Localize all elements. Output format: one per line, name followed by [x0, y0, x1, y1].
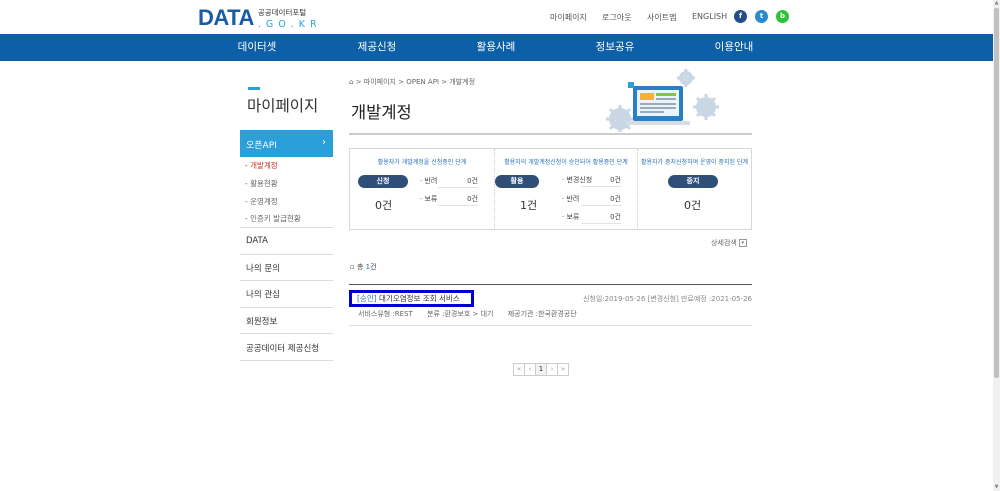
- status-use: 활용자의 개발계정신청이 승인되어 활용중인 단계 활용 1건 · 변경신청 0…: [494, 149, 637, 229]
- sidebar-title: 마이페이지: [247, 97, 319, 115]
- status-sub-value[interactable]: 0건: [438, 176, 478, 188]
- logo-portal-name: 공공데이터포털: [257, 8, 307, 17]
- gnb-info-share[interactable]: 정보공유: [596, 34, 635, 61]
- sidebar-item-member[interactable]: 회원정보: [246, 315, 277, 327]
- last-page-icon[interactable]: »: [557, 363, 569, 376]
- divider: [240, 254, 333, 255]
- util-mypage-link[interactable]: 마이페이지: [550, 12, 587, 23]
- result-category: 분류 :환경보호 > 대기: [427, 310, 494, 318]
- gnb-cases[interactable]: 활용사례: [477, 34, 516, 61]
- divider: [240, 280, 333, 281]
- chevron-right-icon: ›: [322, 137, 326, 148]
- sidebar-item-label: 오픈API: [246, 141, 277, 151]
- twitter-icon[interactable]: t: [755, 10, 768, 23]
- divider: [240, 227, 333, 228]
- sidebar-accent-bar: [248, 87, 260, 90]
- divider: [240, 333, 333, 334]
- sidebar-item-inquiry[interactable]: 나의 문의: [246, 262, 280, 274]
- scroll-thumb[interactable]: [994, 8, 999, 378]
- status-badge[interactable]: 신청: [358, 175, 408, 188]
- total-prefix: 총: [356, 263, 364, 271]
- detail-search-label: 상세검색: [711, 239, 737, 247]
- divider: [240, 360, 333, 361]
- scroll-up-icon[interactable]: ▲: [993, 0, 1000, 7]
- status-sub-value[interactable]: 0건: [581, 175, 621, 187]
- status-stop: 활용자가 중지신청하여 운영이 중지된 단계 중지 0건: [637, 149, 751, 229]
- result-service-type: 서비스유형 :REST: [358, 310, 413, 318]
- result-tag: [승인]: [357, 294, 377, 303]
- logo-subtitle: 공공데이터포털 . G O . K R: [258, 8, 318, 30]
- status-sub-label: · 반려: [420, 177, 438, 185]
- result-name: 대기오염정보 조회 서비스: [379, 294, 460, 303]
- detail-search-toggle[interactable]: 상세검색 ▾: [711, 238, 747, 248]
- sidebar-sub-operation[interactable]: - 운영계정: [245, 196, 278, 207]
- sidebar-item-openapi[interactable]: 오픈API ›: [240, 130, 333, 157]
- title-divider: [349, 133, 752, 135]
- status-count[interactable]: 1건: [520, 197, 537, 213]
- page-title: 개발계정: [351, 103, 412, 122]
- scroll-down-icon[interactable]: ▼: [993, 484, 1000, 491]
- status-badge[interactable]: 활용: [495, 175, 539, 188]
- util-english-link[interactable]: ENGLISH: [692, 12, 727, 21]
- status-sub-label: · 보류: [420, 195, 438, 203]
- sidebar-item-interest[interactable]: 나의 관심: [246, 288, 280, 300]
- sidebar-item-provide-request[interactable]: 공공데이터 제공신청: [246, 342, 319, 354]
- util-sitemap-link[interactable]: 사이트맵: [647, 12, 676, 23]
- gnb-dataset[interactable]: 데이터셋: [238, 34, 277, 61]
- home-icon[interactable]: ⌂: [349, 78, 353, 86]
- breadcrumb-path: > 마이페이지 > OPEN API > 개발계정: [355, 78, 476, 86]
- status-desc: 활용자가 개발계정을 신청중인 단계: [377, 159, 467, 166]
- status-badge[interactable]: 중지: [668, 175, 718, 188]
- total-count: ▫ 총 1건: [350, 262, 377, 272]
- status-desc: 활용자의 개발계정신청이 승인되어 활용중인 단계: [504, 159, 628, 166]
- breadcrumb: ⌂ > 마이페이지 > OPEN API > 개발계정: [349, 77, 475, 87]
- list-icon: ▫: [350, 263, 355, 271]
- status-sub-value[interactable]: 0건: [581, 194, 621, 206]
- status-sub-value[interactable]: 0건: [438, 194, 478, 206]
- computer-gear-illustration: [606, 69, 719, 132]
- chevron-down-icon: ▾: [738, 239, 747, 247]
- status-count[interactable]: 0건: [375, 197, 392, 213]
- list-bottom-border: [349, 325, 752, 326]
- sidebar-sub-keys[interactable]: - 인증키 발급현황: [245, 213, 301, 224]
- sidebar-sub-usage[interactable]: - 활용현황: [245, 178, 278, 189]
- result-meta: 서비스유형 :REST 분류 :환경보호 > 대기 제공기관 :한국환경공단: [358, 309, 589, 319]
- status-sub-label: · 반려: [562, 195, 580, 203]
- facebook-icon[interactable]: f: [734, 10, 747, 23]
- global-nav: 데이터셋 제공신청 활용사례 정보공유 이용안내: [0, 34, 993, 61]
- result-provider: 제공기관 :한국환경공단: [507, 310, 577, 318]
- header: DATA 공공데이터포털 . G O . K R 마이페이지 로그아웃 사이트맵…: [0, 0, 993, 34]
- gnb-guide[interactable]: 이용안내: [715, 34, 754, 61]
- result-title-link[interactable]: [승인] 대기오염정보 조회 서비스: [349, 290, 474, 307]
- status-sub-label: · 보류: [562, 213, 580, 221]
- result-dates: 신청일:2019-05-26 [변경신청] 만료예정 :2021-05-26: [582, 295, 752, 303]
- pagination: « ‹ 1 › »: [513, 363, 569, 376]
- site-logo[interactable]: DATA 공공데이터포털 . G O . K R: [198, 5, 318, 30]
- util-logout-link[interactable]: 로그아웃: [602, 12, 631, 23]
- logo-data-text: DATA: [198, 5, 254, 30]
- status-summary: 활용자가 개발계정을 신청중인 단계 신청 0건 · 반려 0건 · 보류 0건…: [349, 148, 752, 230]
- divider: [240, 307, 333, 308]
- blog-icon[interactable]: b: [776, 10, 789, 23]
- status-count[interactable]: 0건: [684, 197, 701, 213]
- total-suffix: 건: [370, 263, 377, 271]
- sidebar-sub-dev-account[interactable]: - 개발계정: [245, 160, 278, 171]
- status-desc: 활용자가 중지신청하여 운영이 중지된 단계: [641, 159, 748, 166]
- logo-domain: . G O . K R: [257, 19, 318, 30]
- status-sub-value[interactable]: 0건: [581, 212, 621, 224]
- page-scrollbar[interactable]: ▲ ▼: [993, 0, 1000, 491]
- sidebar-item-data[interactable]: DATA: [246, 236, 268, 246]
- list-top-border: [349, 284, 752, 285]
- status-apply: 활용자가 개발계정을 신청중인 단계 신청 0건 · 반려 0건 · 보류 0건: [350, 149, 494, 229]
- gnb-request[interactable]: 제공신청: [358, 34, 397, 61]
